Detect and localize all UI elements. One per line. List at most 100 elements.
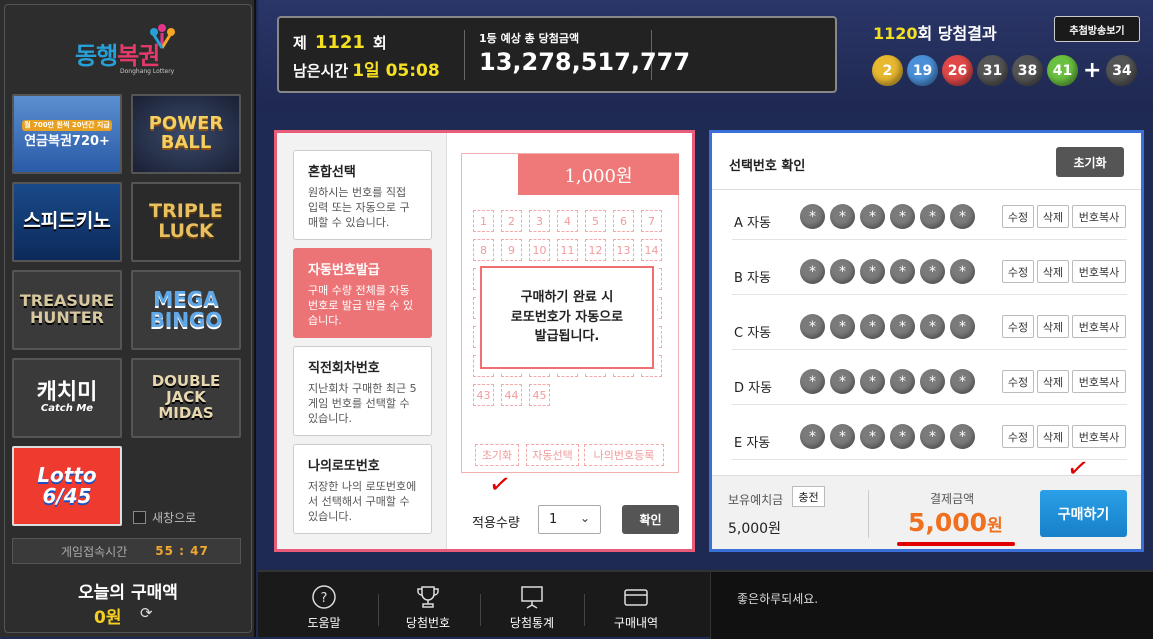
quantity-select[interactable]: 1 ⌄ (538, 505, 601, 534)
buy-button[interactable]: 구매하기 (1040, 490, 1127, 537)
number-placeholder: * (950, 369, 975, 394)
game-catchme[interactable]: 캐치미 Catch Me (12, 358, 122, 438)
new-window-toggle[interactable]: 새창으로 (133, 509, 196, 526)
game-doublejack-midas[interactable]: DOUBLE JACK MIDAS (131, 358, 241, 438)
my-number-register-button[interactable]: 나의번호등록 (584, 444, 664, 466)
nav-help[interactable]: ? 도움말 (276, 584, 372, 631)
number-placeholders: * * * * * * (800, 204, 975, 229)
edit-button[interactable]: 수정 (1002, 205, 1034, 228)
option-mixed[interactable]: 혼합선택 원하시는 번호를 직접 입력 또는 자동으로 구매할 수 있습니다. (293, 150, 432, 240)
session-time-box: 게임접속시간 55 : 47 (12, 538, 241, 564)
auto-issue-notice: 구매하기 완료 시 로또번호가 자동으로 발급됩니다. (480, 266, 654, 369)
number-cell[interactable]: 5 (585, 210, 606, 232)
svg-text:?: ? (321, 591, 328, 606)
divider (732, 239, 1127, 240)
selected-row: A 자동 * * * * * * 수정 삭제 번호복사 (712, 195, 1141, 251)
number-cell[interactable]: 12 (585, 239, 606, 261)
broadcast-button[interactable]: 추첨방송보기 (1054, 16, 1140, 42)
number-cell[interactable]: 8 (473, 239, 494, 261)
winning-ball: 41 (1047, 55, 1078, 86)
number-cell[interactable]: 9 (501, 239, 522, 261)
option-previous[interactable]: 직전회차번호 지난회차 구매한 최근 5게임 번호를 선택할 수 있습니다. (293, 346, 432, 436)
copy-numbers-button[interactable]: 번호복사 (1072, 260, 1126, 283)
game-megabingo[interactable]: MEGA BINGO (131, 270, 241, 350)
number-placeholder: * (830, 424, 855, 449)
divider (712, 189, 1141, 190)
winning-balls: 2 19 26 31 38 41 + 34 (872, 55, 1138, 86)
confirm-button[interactable]: 확인 (622, 505, 679, 534)
number-cell[interactable]: 13 (613, 239, 634, 261)
selected-row: C 자동 * * * * * * 수정 삭제 번호복사 (712, 305, 1141, 361)
divider (732, 404, 1127, 405)
game-lotto645[interactable]: Lotto 6/45 (12, 446, 122, 526)
divider (378, 594, 379, 626)
option-auto[interactable]: 자동번호발급 구매 수량 전체를 자동 번호로 발급 받을 수 있습니다. (293, 248, 432, 338)
balance-label: 보유예치금 (728, 493, 784, 507)
copy-numbers-button[interactable]: 번호복사 (1072, 315, 1126, 338)
edit-button[interactable]: 수정 (1002, 315, 1034, 338)
logo-subtitle: Donghang Lottery (120, 68, 175, 75)
number-cell[interactable]: 2 (501, 210, 522, 232)
number-cell[interactable]: 11 (557, 239, 578, 261)
number-placeholder: * (920, 314, 945, 339)
help-icon: ? (312, 585, 336, 609)
nav-statistics[interactable]: 당첨통계 (484, 584, 580, 631)
edit-button[interactable]: 수정 (1002, 370, 1034, 393)
delete-button[interactable]: 삭제 (1037, 315, 1069, 338)
delete-button[interactable]: 삭제 (1037, 425, 1069, 448)
refresh-icon[interactable]: ⟳ (140, 604, 153, 622)
delete-button[interactable]: 삭제 (1037, 205, 1069, 228)
number-cell[interactable]: 1 (473, 210, 494, 232)
new-window-checkbox[interactable] (133, 511, 146, 524)
auto-select-button[interactable]: 자동선택 (526, 444, 579, 466)
greeting-message: 좋은하루되세요. (737, 592, 819, 606)
brand-logo[interactable]: 동행복권 Donghang Lottery (70, 24, 190, 80)
copy-numbers-button[interactable]: 번호복사 (1072, 370, 1126, 393)
number-cell[interactable]: 4 (557, 210, 578, 232)
number-cell[interactable]: 6 (613, 210, 634, 232)
board-icon (521, 586, 543, 609)
number-cell[interactable]: 14 (641, 239, 662, 261)
draw-round: 제 1121 회 (293, 32, 387, 53)
option-desc: 구매 수량 전체를 자동 번호로 발급 받을 수 있습니다. (308, 284, 414, 327)
number-placeholders: * * * * * * (800, 424, 975, 449)
game-speedkeno[interactable]: 스피드키노 (12, 182, 122, 262)
game-tripleluck[interactable]: TRIPLE LUCK (131, 182, 241, 262)
game-powerball[interactable]: POWER BALL (131, 94, 241, 174)
selected-row: B 자동 * * * * * * 수정 삭제 번호복사 (712, 250, 1141, 306)
number-cell[interactable]: 7 (641, 210, 662, 232)
copy-numbers-button[interactable]: 번호복사 (1072, 205, 1126, 228)
divider (480, 594, 481, 626)
check-mark-icon: ✓ (486, 468, 514, 502)
number-placeholder: * (920, 259, 945, 284)
number-cell[interactable]: 45 (529, 384, 550, 406)
number-cell[interactable]: 10 (529, 239, 550, 261)
option-title: 자동번호발급 (308, 263, 380, 278)
option-list: 혼합선택 원하시는 번호를 직접 입력 또는 자동으로 구매할 수 있습니다. … (277, 133, 447, 549)
option-desc: 저장한 나의 로또번호에서 선택해서 구매할 수 있습니다. (308, 480, 417, 523)
top-bar: 제 1121 회 남은시간 1일 05:08 1등 예상 총 당첨금액 13,278,… (258, 0, 1153, 112)
game-pension720[interactable]: 월 700만 원씩 20년간 지급 연금복권720+ (12, 94, 122, 174)
reset-button[interactable]: 초기화 (1056, 147, 1124, 177)
number-cell[interactable]: 44 (501, 384, 522, 406)
number-cell[interactable]: 3 (529, 210, 550, 232)
game-treasure-hunter[interactable]: TREASURE HUNTER (12, 270, 122, 350)
edit-button[interactable]: 수정 (1002, 260, 1034, 283)
winning-ball: 38 (1012, 55, 1043, 86)
option-title: 직전회차번호 (308, 361, 380, 376)
option-my-numbers[interactable]: 나의로또번호 저장한 나의 로또번호에서 선택해서 구매할 수 있습니다. (293, 444, 432, 534)
nav-winning-numbers[interactable]: 당첨번호 (380, 584, 476, 631)
grid-reset-button[interactable]: 초기화 (475, 444, 519, 466)
divider (732, 294, 1127, 295)
nav-purchase-history[interactable]: 구매내역 (588, 584, 684, 631)
copy-numbers-button[interactable]: 번호복사 (1072, 425, 1126, 448)
number-cell[interactable]: 43 (473, 384, 494, 406)
number-placeholder: * (860, 314, 885, 339)
delete-button[interactable]: 삭제 (1037, 260, 1069, 283)
number-placeholder: * (800, 314, 825, 339)
number-placeholder: * (920, 424, 945, 449)
charge-button[interactable]: 충전 (792, 486, 825, 507)
edit-button[interactable]: 수정 (1002, 425, 1034, 448)
delete-button[interactable]: 삭제 (1037, 370, 1069, 393)
winning-ball: 2 (872, 55, 903, 86)
